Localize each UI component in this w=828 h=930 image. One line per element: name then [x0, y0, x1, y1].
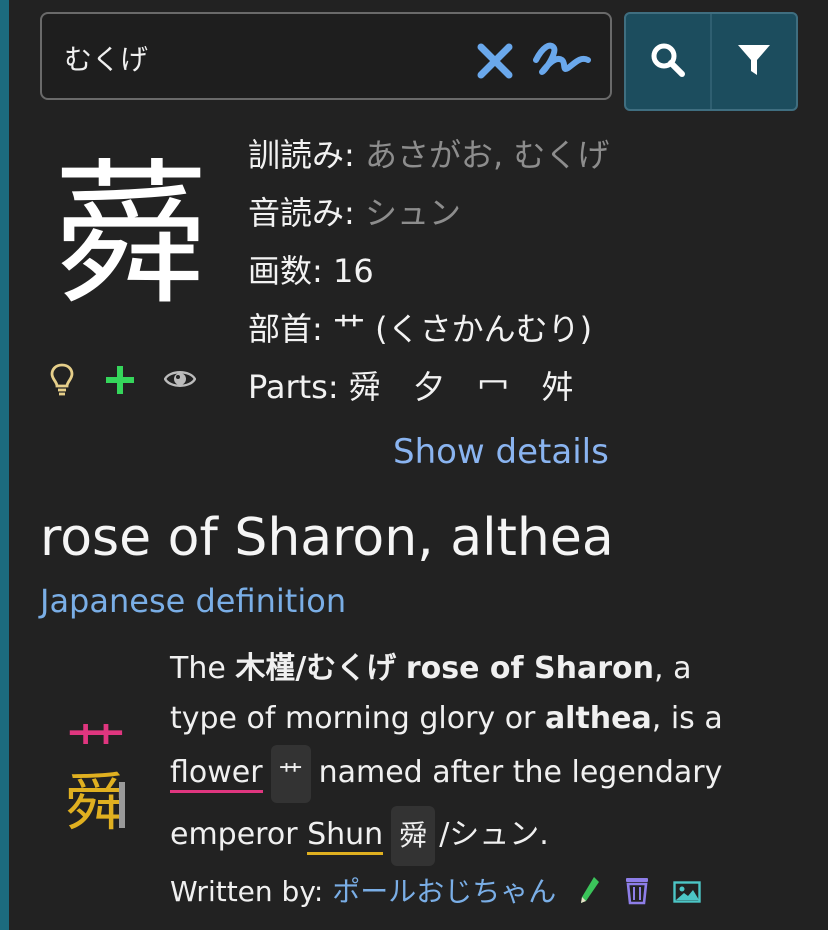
stroke-count-label: 画数:: [248, 252, 323, 290]
mnemonic-text: The 木槿/むくげ rose of Sharon, a type of mor…: [170, 644, 810, 868]
mnemonic-text-segment: The: [170, 651, 226, 686]
kanji-meaning: rose of Sharon, althea: [40, 508, 614, 568]
kun-reading-row: 訓読み: あさがお, むくげ: [248, 126, 808, 184]
part-item[interactable]: 夕: [413, 368, 445, 406]
handwriting-icon[interactable]: [530, 38, 592, 78]
mnemonic-text-segment: , is a: [651, 701, 723, 736]
parts-label: Parts:: [248, 368, 339, 406]
eye-icon[interactable]: [163, 368, 197, 394]
pencil-icon[interactable]: [579, 875, 601, 912]
flower-radical-chip[interactable]: 艹: [270, 744, 311, 803]
mnemonic-kanji-art: 艹 舜: [50, 715, 150, 839]
trash-icon[interactable]: [624, 875, 650, 912]
author-link[interactable]: ポールおじちゃん: [332, 875, 556, 908]
search-button-group: [624, 12, 798, 111]
mnemonic-text-segment: emperor: [170, 817, 298, 852]
mnemonic-word-jp: 木槿/むくげ: [235, 651, 397, 686]
shun-part-chip[interactable]: 舜: [391, 805, 436, 866]
mnemonic-text-segment: type of morning glory or: [170, 701, 536, 736]
on-reading-label: 音読み:: [248, 194, 355, 232]
filter-button[interactable]: [710, 14, 796, 109]
mnemonic-keyword-rose: rose of Sharon: [405, 651, 654, 686]
flower-component-link[interactable]: flower: [170, 755, 263, 793]
on-reading-row: 音読み: シュン: [248, 184, 808, 242]
stroke-count-row: 画数: 16: [248, 242, 808, 300]
radical-row: 部首: 艹 (くさかんむり): [248, 300, 808, 358]
mnemonic-text-segment: , a: [654, 651, 692, 686]
lightbulb-icon[interactable]: [50, 362, 74, 400]
search-button[interactable]: [626, 14, 710, 109]
part-item[interactable]: 舛: [541, 368, 573, 406]
japanese-definition-link[interactable]: Japanese definition: [40, 582, 346, 620]
shun-component-link[interactable]: Shun: [307, 817, 384, 855]
close-icon[interactable]: [476, 42, 514, 80]
radical-label: 部首:: [248, 310, 323, 348]
filter-icon: [736, 42, 772, 82]
parts-row: Parts: 舜 夕 冖 舛: [248, 358, 808, 416]
kanji-info: 訓読み: あさがお, むくげ 音読み: シュン 画数: 16 部首: 艹 (くさ…: [248, 126, 808, 416]
mnemonic-art-bottom: 舜: [65, 766, 127, 834]
on-reading-value: シュン: [364, 194, 461, 232]
part-item[interactable]: 冖: [477, 368, 509, 406]
mnemonic-text-segment: named after the legendary: [318, 755, 723, 790]
parts-list: 舜 夕 冖 舛: [349, 368, 596, 406]
kun-reading-label: 訓読み:: [248, 136, 355, 174]
image-icon[interactable]: [673, 877, 701, 910]
written-by-label: Written by:: [170, 875, 324, 908]
written-by-row: Written by: ポールおじちゃん: [170, 870, 701, 912]
left-accent-bar: [0, 0, 9, 930]
show-details-link[interactable]: Show details: [393, 432, 609, 472]
stroke-count-value: 16: [332, 252, 374, 290]
kanji-action-icons: [48, 362, 208, 402]
search-input[interactable]: [64, 36, 464, 80]
mnemonic-keyword-althea: althea: [544, 701, 652, 736]
search-box[interactable]: [40, 12, 612, 100]
mnemonic-text-segment: /シュン.: [439, 817, 549, 852]
kun-reading-value: あさがお, むくげ: [364, 136, 610, 174]
kanji-character: 蕣: [53, 144, 209, 326]
search-icon: [649, 41, 687, 83]
part-item[interactable]: 舜: [349, 368, 381, 406]
radical-value: 艹 (くさかんむり): [332, 310, 593, 348]
plus-icon[interactable]: [104, 364, 136, 400]
